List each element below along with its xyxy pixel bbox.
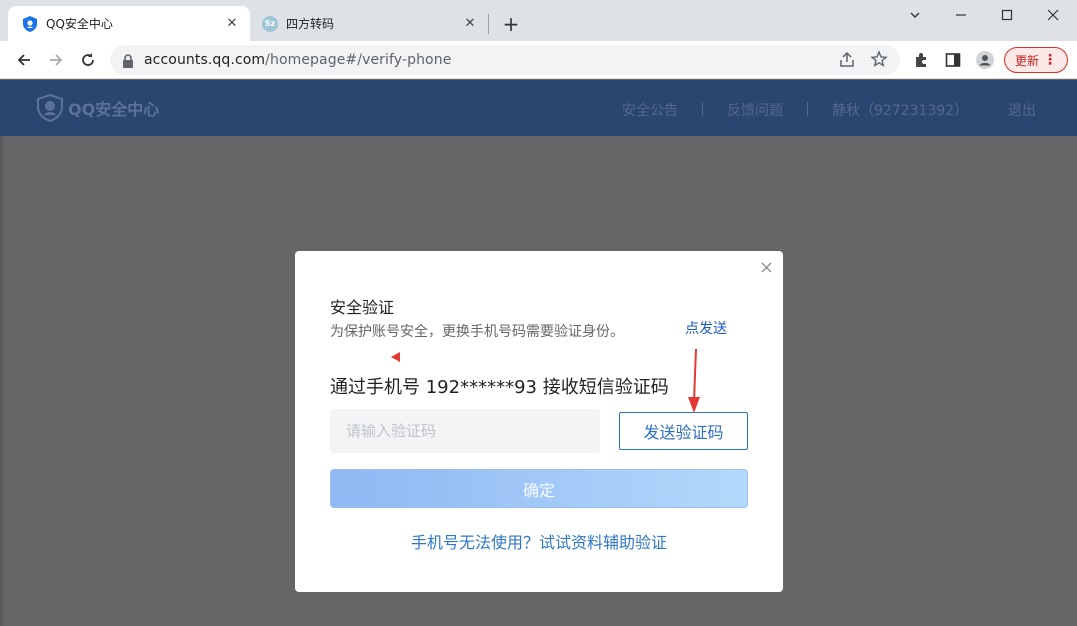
- share-icon[interactable]: [838, 51, 856, 73]
- minimize-button[interactable]: [892, 0, 938, 30]
- side-panel-icon[interactable]: [943, 50, 963, 70]
- pointer-triangle-icon: [391, 352, 400, 362]
- more-menu-icon[interactable]: ⋮: [1043, 51, 1057, 69]
- close-tab-icon[interactable]: ✕: [458, 12, 482, 36]
- shield-icon: [22, 15, 38, 32]
- tab-title: 四方转码: [286, 17, 335, 31]
- sz-icon: Sz: [262, 15, 278, 32]
- close-tab-icon[interactable]: ✕: [220, 12, 244, 36]
- security-verification-dialog: 安全验证 为保护账号安全，更换手机号码需要验证身份。 点发送 通过手机号 192…: [295, 251, 783, 592]
- lock-icon[interactable]: [122, 53, 134, 72]
- browser-toolbar: accounts.qq.com/homepage#/verify-phone 更…: [0, 41, 1077, 79]
- new-tab-button[interactable]: +: [498, 11, 524, 37]
- forward-button[interactable]: [43, 47, 69, 73]
- alternate-verification-link[interactable]: 手机号无法使用？试试资料辅助验证: [295, 529, 783, 553]
- verification-code-input[interactable]: [330, 409, 600, 453]
- close-icon[interactable]: [758, 259, 774, 275]
- maximize-button[interactable]: [984, 0, 1030, 30]
- nav-security-notice[interactable]: 安全公告: [622, 100, 678, 120]
- nav-divider: [702, 102, 703, 116]
- qq-penguin-icon: [37, 94, 63, 122]
- nav-user-account[interactable]: 静秋（927231392）: [832, 100, 968, 120]
- minimize-window-button[interactable]: [938, 0, 984, 30]
- dialog-title: 安全验证: [330, 298, 395, 317]
- tab-sifang[interactable]: Sz 四方转码 ✕: [252, 6, 488, 41]
- nav-divider: [807, 102, 808, 116]
- tab-divider: [488, 14, 489, 34]
- update-button[interactable]: 更新 ⋮: [1004, 47, 1068, 73]
- address-bar[interactable]: accounts.qq.com/homepage#/verify-phone: [110, 45, 900, 75]
- dialog-description: 为保护账号安全，更换手机号码需要验证身份。: [330, 324, 624, 340]
- tab-qq-security[interactable]: QQ安全中心 ✕: [8, 6, 250, 41]
- qq-security-logo[interactable]: QQ安全中心: [36, 94, 159, 122]
- phone-prompt: 通过手机号 192******93 接收短信验证码: [330, 377, 669, 398]
- extensions-icon[interactable]: [911, 50, 931, 70]
- back-button[interactable]: [11, 47, 37, 73]
- annotation-text: 点发送: [685, 321, 727, 337]
- tab-strip: QQ安全中心 ✕ Sz 四方转码 ✕ +: [0, 0, 1077, 41]
- send-code-button[interactable]: 发送验证码: [619, 412, 748, 450]
- nav-logout[interactable]: 退出: [1008, 100, 1036, 120]
- reload-button[interactable]: [75, 47, 101, 73]
- bookmark-star-icon[interactable]: [870, 50, 888, 72]
- profile-avatar-icon[interactable]: [975, 50, 995, 70]
- url-text: accounts.qq.com/homepage#/verify-phone: [144, 52, 452, 68]
- site-header: QQ安全中心 安全公告 反馈问题 静秋（927231392） 退出: [0, 80, 1077, 136]
- tab-title: QQ安全中心: [46, 17, 113, 31]
- nav-feedback[interactable]: 反馈问题: [727, 100, 783, 120]
- page-edge: [0, 136, 3, 626]
- annotation-arrow-icon: [688, 348, 700, 413]
- close-window-button[interactable]: [1030, 0, 1076, 30]
- confirm-button[interactable]: 确定: [330, 469, 748, 508]
